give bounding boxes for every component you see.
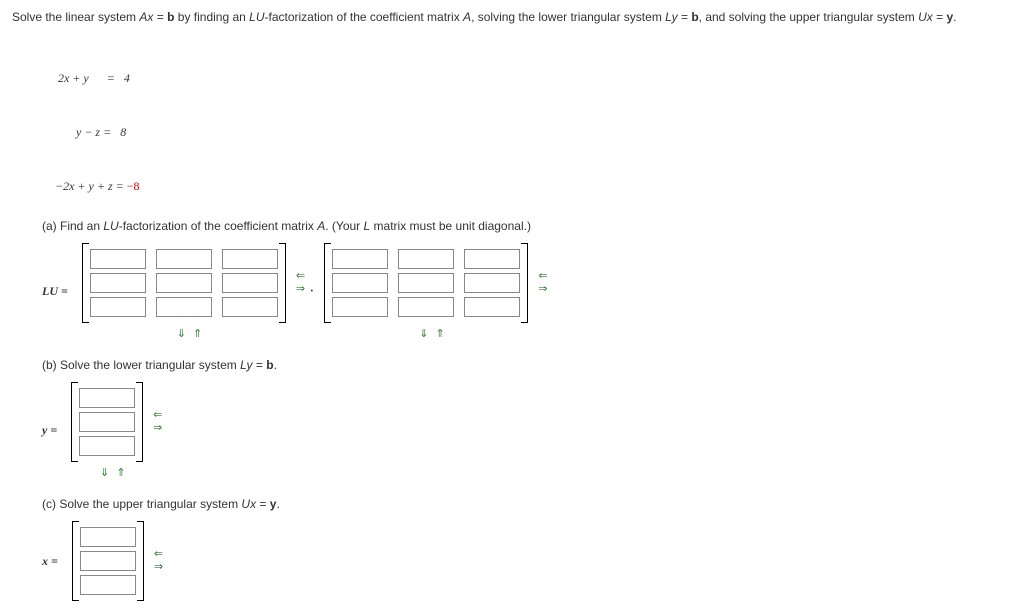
- resize-arrows-horizontal-icon[interactable]: ⇐⇒: [153, 410, 162, 434]
- U-cell[interactable]: [464, 297, 520, 317]
- x-label: x =: [42, 554, 58, 569]
- part-c-answer: x = ⇐⇒: [42, 521, 1012, 601]
- y-cell[interactable]: [79, 412, 135, 432]
- L-cell[interactable]: [156, 249, 212, 269]
- resize-arrows-horizontal-icon[interactable]: ⇐⇒: [296, 271, 305, 295]
- part-a-answer: LU = ⇐⇒ ⇓ ⇑ · ⇐⇒ ⇓ ⇑: [42, 243, 1012, 340]
- L-cell[interactable]: [156, 273, 212, 293]
- L-cell[interactable]: [222, 297, 278, 317]
- L-cell[interactable]: [222, 249, 278, 269]
- part-c-text: (c) Solve the upper triangular system Ux…: [42, 497, 1012, 511]
- vector-y: [71, 382, 143, 462]
- resize-arrows-vertical-icon[interactable]: ⇓ ⇑: [419, 327, 447, 340]
- y-cell[interactable]: [79, 436, 135, 456]
- matrix-U: [324, 243, 528, 323]
- U-cell[interactable]: [464, 273, 520, 293]
- L-cell[interactable]: [222, 273, 278, 293]
- linear-system: 2x + y = 4 y − z = 8 −2x + y + z = −8: [52, 33, 1012, 213]
- matrix-multiply-dot: ·: [309, 283, 314, 301]
- resize-arrows-horizontal-icon[interactable]: ⇐⇒: [538, 271, 547, 295]
- U-cell[interactable]: [332, 297, 388, 317]
- part-b-text: (b) Solve the lower triangular system Ly…: [42, 358, 1012, 372]
- x-cell[interactable]: [80, 575, 136, 595]
- part-b-answer: y = ⇐⇒ ⇓ ⇑: [42, 382, 1012, 479]
- L-cell[interactable]: [156, 297, 212, 317]
- L-cell[interactable]: [90, 249, 146, 269]
- U-cell[interactable]: [332, 273, 388, 293]
- U-cell[interactable]: [398, 297, 454, 317]
- U-cell[interactable]: [398, 249, 454, 269]
- x-cell[interactable]: [80, 551, 136, 571]
- L-cell[interactable]: [90, 273, 146, 293]
- U-cell[interactable]: [464, 249, 520, 269]
- problem-statement: Solve the linear system Ax = b by findin…: [12, 8, 1012, 27]
- resize-arrows-vertical-icon[interactable]: ⇓ ⇑: [177, 327, 205, 340]
- matrix-L: [82, 243, 286, 323]
- resize-arrows-horizontal-icon[interactable]: ⇐⇒: [154, 549, 163, 573]
- resize-arrows-vertical-icon[interactable]: ⇓ ⇑: [100, 466, 128, 479]
- vector-x: [72, 521, 144, 601]
- x-cell[interactable]: [80, 527, 136, 547]
- U-cell[interactable]: [398, 273, 454, 293]
- y-label: y =: [42, 423, 57, 438]
- lu-label: LU =: [42, 284, 68, 299]
- part-a-text: (a) Find an LU-factorization of the coef…: [42, 219, 1012, 233]
- y-cell[interactable]: [79, 388, 135, 408]
- U-cell[interactable]: [332, 249, 388, 269]
- L-cell[interactable]: [90, 297, 146, 317]
